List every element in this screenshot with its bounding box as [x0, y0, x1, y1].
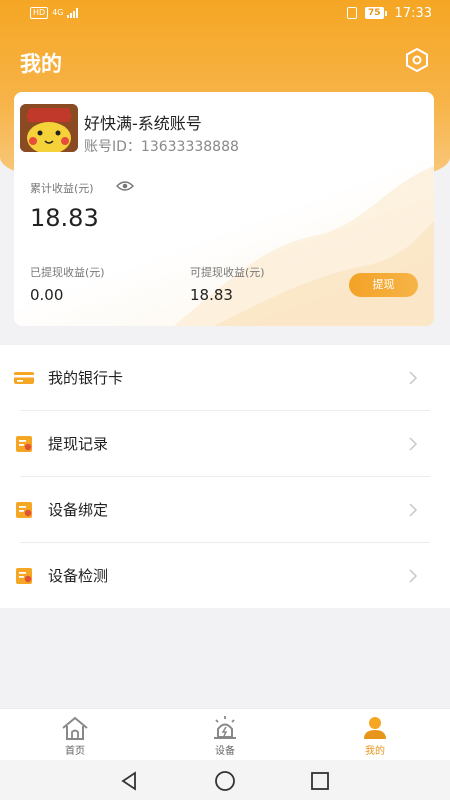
menu-item-device-bind[interactable]: 设备绑定	[0, 477, 450, 543]
device-check-icon	[16, 568, 32, 584]
eye-icon[interactable]	[116, 180, 134, 192]
pikachu-avatar-icon	[20, 104, 78, 152]
vibrate-icon	[347, 7, 357, 19]
available-earnings-label: 可提现收益(元)	[190, 266, 265, 279]
menu-item-label: 设备检测	[48, 567, 109, 585]
avatar[interactable]	[20, 104, 78, 152]
device-icon	[214, 716, 236, 739]
tab-label: 首页	[65, 746, 85, 757]
recents-square-icon[interactable]	[309, 770, 331, 792]
total-earnings-label: 累计收益(元)	[30, 182, 94, 195]
battery-icon: 75	[365, 7, 387, 19]
menu-item-withdraw-record[interactable]: 提现记录	[0, 411, 450, 477]
back-triangle-icon[interactable]	[118, 770, 140, 792]
tab-home[interactable]: 首页	[30, 709, 120, 761]
chevron-right-icon	[409, 437, 418, 451]
menu-item-label: 设备绑定	[48, 501, 109, 519]
withdraw-button[interactable]: 提现	[349, 273, 418, 297]
account-id: 账号ID：13633338888	[84, 139, 239, 155]
system-nav-bar	[0, 760, 450, 800]
home-icon	[62, 716, 88, 740]
device-bind-icon	[16, 502, 32, 518]
withdrawn-earnings-value: 0.00	[30, 286, 64, 304]
total-earnings-value: 18.83	[30, 204, 99, 232]
bank-card-icon	[14, 372, 34, 384]
menu-item-device-check[interactable]: 设备检测	[0, 543, 450, 609]
page-title: 我的	[20, 52, 62, 76]
tab-bar: 首页 设备 我的	[0, 708, 450, 760]
status-time: 17:33	[394, 5, 432, 21]
menu-item-label: 我的银行卡	[48, 369, 124, 387]
chevron-right-icon	[409, 569, 418, 583]
battery-level: 75	[365, 7, 384, 19]
tab-label: 设备	[215, 746, 235, 757]
withdrawn-earnings-label: 已提现收益(元)	[30, 266, 105, 279]
user-icon	[364, 717, 386, 739]
user-name: 好快满-系统账号	[84, 114, 202, 133]
tab-label: 我的	[365, 746, 385, 757]
settings-hexagon-icon[interactable]	[404, 47, 430, 73]
signal-icon	[67, 8, 79, 18]
tab-device[interactable]: 设备	[180, 709, 270, 761]
menu-list: 我的银行卡 提现记录 设备绑定 设备检测	[0, 345, 450, 608]
menu-item-bank-card[interactable]: 我的银行卡	[0, 345, 450, 411]
withdraw-record-icon	[16, 436, 32, 452]
status-bar: HD 4G 75 17:33	[0, 0, 450, 26]
profile-card: 好快满-系统账号 账号ID：13633338888 累计收益(元) 18.83 …	[14, 92, 434, 326]
chevron-right-icon	[409, 371, 418, 385]
home-circle-icon[interactable]	[214, 770, 236, 792]
chevron-right-icon	[409, 503, 418, 517]
menu-item-label: 提现记录	[48, 435, 109, 453]
tab-mine[interactable]: 我的	[330, 709, 420, 761]
available-earnings-value: 18.83	[190, 286, 233, 304]
hd-badge: HD	[30, 7, 49, 19]
network-type: 4G	[52, 8, 64, 17]
